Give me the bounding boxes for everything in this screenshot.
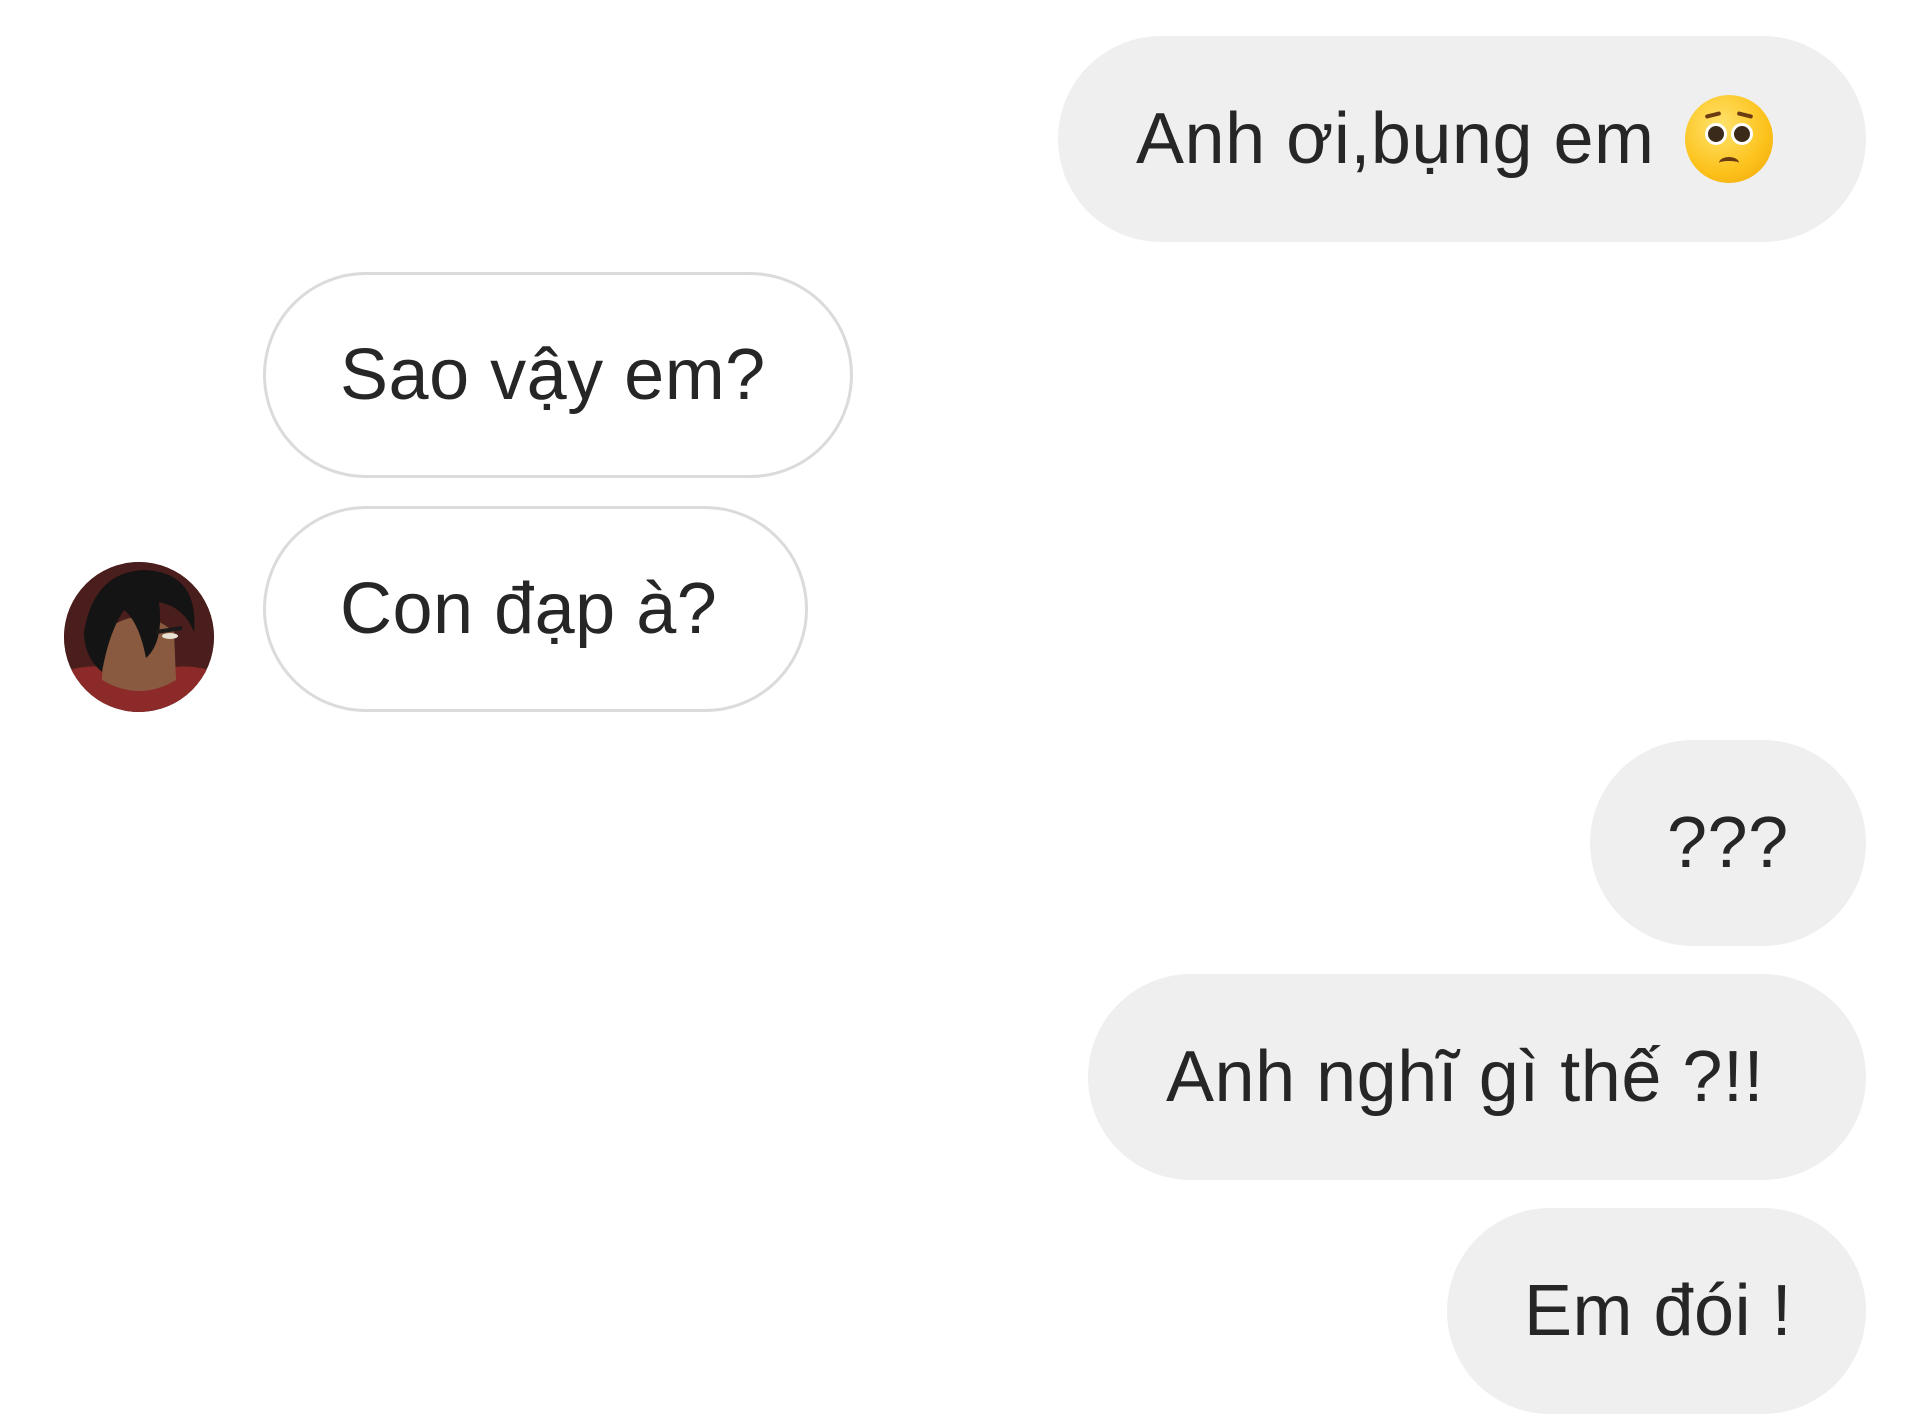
message-bubble-outgoing[interactable]: Anh ơi,bụng em [1058,36,1866,242]
message-text: Anh nghĩ gì thế ?!! [1166,1037,1764,1117]
message-text: Em đói ! [1524,1271,1793,1351]
message-text: Anh ơi,bụng em [1136,99,1655,179]
message-bubble-incoming[interactable]: Sao vậy em? [263,272,853,478]
message-bubble-incoming[interactable]: Con đạp à? [263,506,808,712]
user-avatar-icon[interactable] [64,562,214,712]
message-bubble-outgoing[interactable]: Anh nghĩ gì thế ?!! [1088,974,1866,1180]
message-bubble-outgoing[interactable]: Em đói ! [1447,1208,1866,1414]
message-text: Sao vậy em? [340,335,766,415]
message-text: Con đạp à? [340,569,718,649]
avatar-portrait-icon [64,562,214,712]
pleading-face-emoji-icon [1684,95,1773,183]
message-bubble-outgoing[interactable]: ??? [1590,740,1866,946]
message-text: ??? [1667,803,1789,883]
